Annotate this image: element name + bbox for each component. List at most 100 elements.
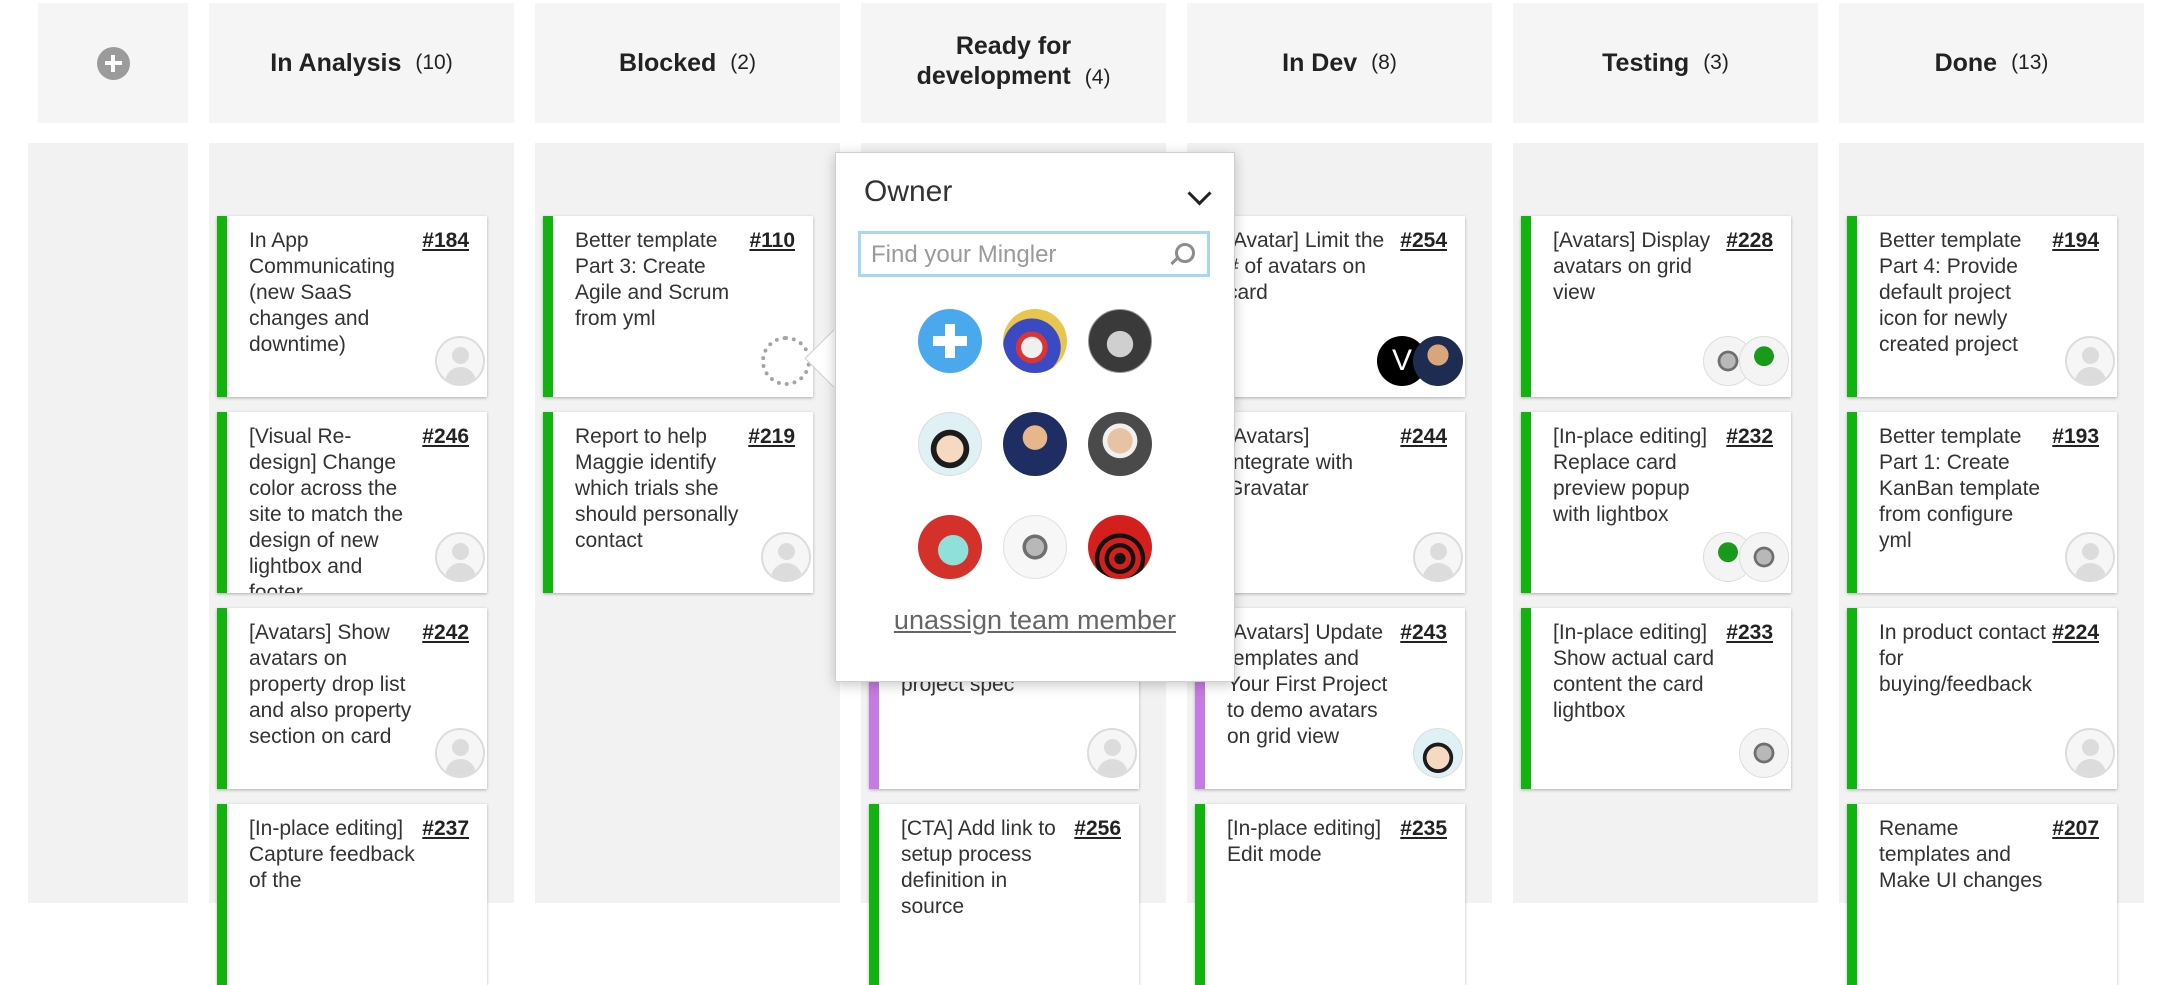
column-count: (10) bbox=[415, 51, 453, 74]
card-title: Better template Part 4: Provide default … bbox=[1879, 229, 2022, 356]
card-number-link[interactable]: #224 bbox=[2052, 620, 2099, 646]
owner-avatar-placeholder[interactable] bbox=[761, 532, 811, 582]
card-number-link[interactable]: #254 bbox=[1400, 228, 1447, 254]
card-number-link[interactable]: #193 bbox=[2052, 424, 2099, 450]
card-number-link[interactable]: #194 bbox=[2052, 228, 2099, 254]
card-number-link[interactable]: #243 bbox=[1400, 620, 1447, 646]
card[interactable]: [In-place editing] Show actual card cont… bbox=[1521, 608, 1791, 789]
card-title: Better template Part 1: Create KanBan te… bbox=[1879, 425, 2041, 552]
card-title: [In-place editing] Edit mode bbox=[1227, 817, 1382, 866]
card-number-link[interactable]: #110 bbox=[749, 228, 795, 254]
column-title: In Analysis bbox=[270, 48, 402, 77]
card-number-link[interactable]: #244 bbox=[1400, 424, 1447, 450]
owner-avatar-placeholder[interactable] bbox=[1087, 728, 1137, 778]
mingler-search-input[interactable] bbox=[869, 238, 1173, 272]
card[interactable]: In product contact for buying/feedback #… bbox=[1847, 608, 2117, 789]
column-title: development bbox=[916, 62, 1071, 90]
owner-avatar-placeholder[interactable] bbox=[435, 336, 485, 386]
owner-avatar-placeholder[interactable] bbox=[2065, 728, 2115, 778]
owner-avatar-selecting[interactable] bbox=[761, 336, 811, 386]
card[interactable]: [In-place editing] Replace card preview … bbox=[1521, 412, 1791, 593]
card-number-link[interactable]: #235 bbox=[1400, 816, 1447, 842]
add-column-icon[interactable] bbox=[96, 46, 130, 80]
card-number-link[interactable]: #207 bbox=[2052, 816, 2099, 842]
card[interactable]: In App Communicating (new SaaS changes a… bbox=[217, 216, 487, 397]
card[interactable]: Rename templates and Make UI changes #20… bbox=[1847, 804, 2117, 985]
owner-avatar[interactable] bbox=[1739, 532, 1789, 582]
column-count: (2) bbox=[730, 51, 756, 74]
card-number-link[interactable]: #242 bbox=[422, 620, 469, 646]
card[interactable]: [Visual Re-design] Change color across t… bbox=[217, 412, 487, 593]
column-header-in-analysis[interactable]: In Analysis (10) bbox=[209, 3, 514, 123]
card[interactable]: [In-place editing] Edit mode #235 bbox=[1195, 804, 1465, 985]
card-number-link[interactable]: #256 bbox=[1074, 816, 1121, 842]
team-member-avatar[interactable] bbox=[1003, 309, 1067, 373]
card[interactable]: [Avatars] Integrate with Gravatar #244 bbox=[1195, 412, 1465, 593]
card-title: [Avatars] Display avatars on grid view bbox=[1553, 229, 1711, 304]
card-title: [Avatars] Show avatars on property drop … bbox=[249, 621, 412, 748]
column-count: (4) bbox=[1084, 66, 1111, 89]
chevron-down-icon[interactable] bbox=[1187, 181, 1212, 206]
owner-avatar-placeholder[interactable] bbox=[435, 728, 485, 778]
column-header-ready-for-development[interactable]: Ready for development (4) bbox=[861, 3, 1166, 123]
card[interactable]: Better template Part 1: Create KanBan te… bbox=[1847, 412, 2117, 593]
card-title: In App Communicating (new SaaS changes a… bbox=[249, 229, 395, 356]
card[interactable]: Report to help Maggie identify which tri… bbox=[543, 412, 813, 593]
column-title: Testing bbox=[1602, 48, 1690, 77]
column-header-blocked[interactable]: Blocked (2) bbox=[535, 3, 840, 123]
team-member-avatar[interactable] bbox=[1088, 412, 1152, 476]
card-title: [In-place editing] Replace card preview … bbox=[1553, 425, 1708, 526]
card[interactable]: [In-place editing] Capture feedback of t… bbox=[217, 804, 487, 985]
card[interactable]: Better template Part 4: Provide default … bbox=[1847, 216, 2117, 397]
card-number-link[interactable]: #228 bbox=[1726, 228, 1773, 254]
unassign-team-member-link[interactable]: unassign team member bbox=[836, 605, 1234, 636]
owner-avatar-placeholder[interactable] bbox=[2065, 532, 2115, 582]
card-number-link[interactable]: #246 bbox=[422, 424, 469, 450]
team-member-avatar[interactable] bbox=[1003, 412, 1067, 476]
owner-avatar-placeholder[interactable] bbox=[1413, 532, 1463, 582]
card-title: [Avatars] Update templates and Your Firs… bbox=[1227, 621, 1388, 748]
column-title: Blocked bbox=[619, 48, 717, 77]
card-number-link[interactable]: #237 bbox=[422, 816, 469, 842]
card-title: [Visual Re-design] Change color across t… bbox=[249, 425, 404, 593]
card-title: [CTA] Add link to setup process definiti… bbox=[901, 817, 1056, 918]
search-icon bbox=[1175, 243, 1195, 263]
team-member-avatar[interactable] bbox=[918, 515, 982, 579]
column-header-in-dev[interactable]: In Dev (8) bbox=[1187, 3, 1492, 123]
card[interactable]: Better template Part 3: Create Agile and… bbox=[543, 216, 813, 397]
card-number-link[interactable]: #233 bbox=[1726, 620, 1773, 646]
column-title: In Dev bbox=[1282, 48, 1358, 77]
column-title: Ready for bbox=[955, 32, 1072, 60]
card-title: [Avatars] Integrate with Gravatar bbox=[1227, 425, 1354, 500]
team-member-avatar[interactable] bbox=[1088, 515, 1152, 579]
card-number-link[interactable]: #219 bbox=[748, 424, 795, 450]
mingler-search-field[interactable] bbox=[858, 231, 1210, 277]
column-title: Done bbox=[1934, 48, 1998, 77]
team-member-avatar[interactable] bbox=[918, 412, 982, 476]
owner-avatar-placeholder[interactable] bbox=[2065, 336, 2115, 386]
team-member-avatar[interactable] bbox=[1088, 309, 1152, 373]
card-title: Rename templates and Make UI changes bbox=[1879, 817, 2043, 892]
owner-popup-title: Owner bbox=[864, 175, 953, 208]
card[interactable]: [Avatar] Limit the # of avatars on card … bbox=[1195, 216, 1465, 397]
owner-avatar[interactable] bbox=[1413, 336, 1463, 386]
card[interactable]: [CTA] Add link to setup process definiti… bbox=[869, 804, 1139, 985]
owner-avatar[interactable] bbox=[1739, 728, 1789, 778]
card-title: [Avatar] Limit the # of avatars on card bbox=[1227, 229, 1385, 304]
column-header-testing[interactable]: Testing (3) bbox=[1513, 3, 1818, 123]
card-title: [In-place editing] Show actual card cont… bbox=[1553, 621, 1715, 722]
card[interactable]: [Avatars] Update templates and Your Firs… bbox=[1195, 608, 1465, 789]
card[interactable]: [Avatars] Display avatars on grid view #… bbox=[1521, 216, 1791, 397]
team-member-avatar[interactable] bbox=[1003, 515, 1067, 579]
card[interactable]: [Avatars] Show avatars on property drop … bbox=[217, 608, 487, 789]
owner-avatar-placeholder[interactable] bbox=[435, 532, 485, 582]
lane-row-header bbox=[28, 143, 188, 903]
card-number-link[interactable]: #184 bbox=[422, 228, 469, 254]
owner-popup: Owner unassign team member bbox=[835, 152, 1235, 682]
add-team-member-icon[interactable] bbox=[918, 309, 982, 373]
card-title: Better template Part 3: Create Agile and… bbox=[575, 229, 730, 330]
owner-avatar[interactable] bbox=[1413, 728, 1463, 778]
column-header-done[interactable]: Done (13) bbox=[1839, 3, 2144, 123]
owner-avatar[interactable] bbox=[1739, 336, 1789, 386]
card-number-link[interactable]: #232 bbox=[1726, 424, 1773, 450]
